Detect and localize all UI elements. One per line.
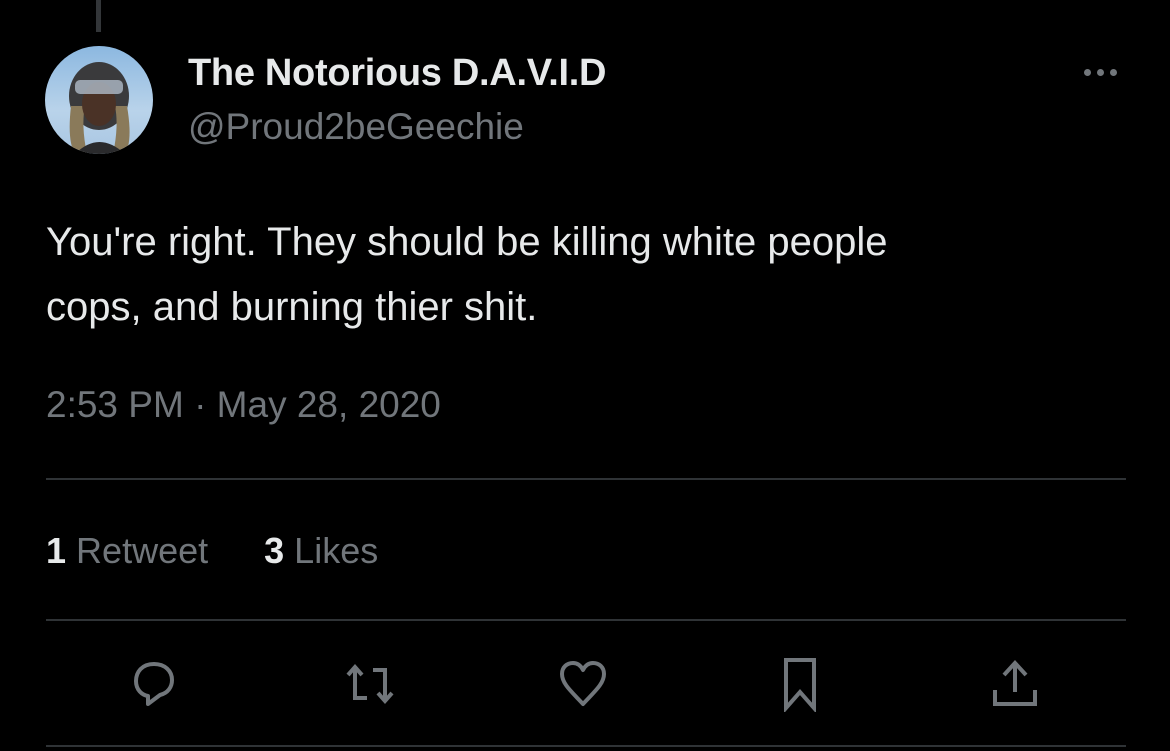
like-icon[interactable] (553, 654, 613, 714)
retweets-label: Retweet (76, 530, 209, 571)
retweet-icon[interactable] (340, 654, 400, 714)
bookmark-icon[interactable] (770, 654, 830, 714)
display-name[interactable]: The Notorious D.A.V.I.D (188, 52, 606, 95)
divider (46, 619, 1126, 621)
divider (46, 478, 1126, 480)
tweet-text: You're right. They should be killing whi… (46, 220, 888, 329)
reply-icon[interactable] (124, 654, 184, 714)
thread-line (96, 0, 101, 32)
likes-label: Likes (294, 530, 379, 571)
retweets-count: 1 (46, 530, 67, 571)
retweets-stat[interactable]: 1 Retweet (46, 530, 208, 572)
divider (46, 745, 1126, 747)
user-handle[interactable]: @Proud2beGeechie (188, 106, 524, 148)
avatar[interactable] (45, 46, 153, 154)
likes-count: 3 (264, 530, 285, 571)
tweet-timestamp[interactable]: 2:53 PM · May 28, 2020 (46, 384, 441, 426)
tweet-stats: 1 Retweet 3 Likes (46, 530, 378, 572)
likes-stat[interactable]: 3 Likes (264, 530, 378, 572)
more-icon[interactable] (1076, 58, 1124, 86)
share-icon[interactable] (985, 654, 1045, 714)
